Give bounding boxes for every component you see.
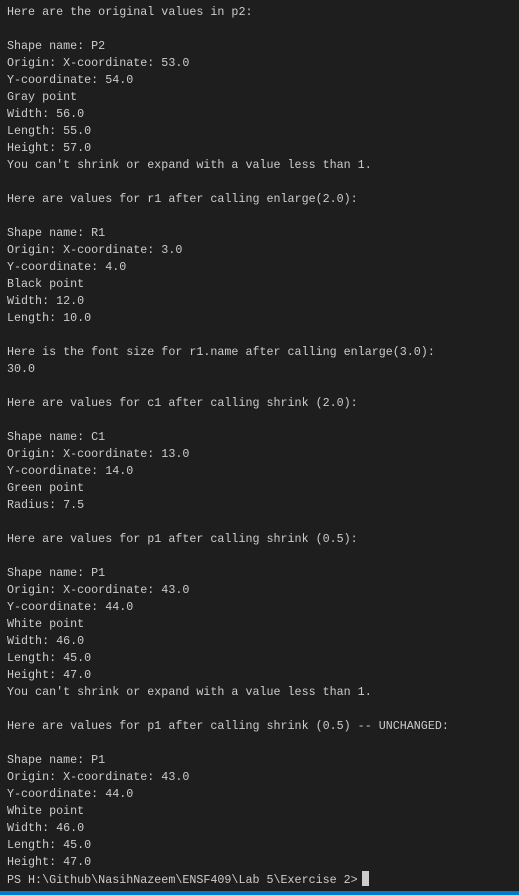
output-line: Shape name: P2	[7, 39, 106, 53]
output-line: Y-coordinate: 54.0	[7, 73, 134, 87]
output-line: Y-coordinate: 44.0	[7, 600, 134, 614]
output-line: Here are values for c1 after calling shr…	[7, 396, 358, 410]
output-line: Here is the font size for r1.name after …	[7, 345, 435, 359]
output-line: Shape name: P1	[7, 753, 106, 767]
output-line: Width: 46.0	[7, 821, 85, 835]
output-line: Origin: X-coordinate: 43.0	[7, 770, 190, 784]
output-line: Origin: X-coordinate: 53.0	[7, 56, 190, 70]
output-line: Length: 45.0	[7, 651, 92, 665]
output-line: Width: 46.0	[7, 634, 85, 648]
output-line: White point	[7, 617, 85, 631]
prompt-line[interactable]: PS H:\Github\NasihNazeem\ENSF409\Lab 5\E…	[7, 871, 519, 888]
output-line: Y-coordinate: 4.0	[7, 260, 127, 274]
status-bar	[0, 891, 519, 895]
output-line: 30.0	[7, 362, 36, 376]
output-line: Green point	[7, 481, 85, 495]
output-line: Here are the original values in p2:	[7, 5, 253, 19]
output-line: White point	[7, 804, 85, 818]
output-line: Origin: X-coordinate: 43.0	[7, 583, 190, 597]
output-line: Here are values for r1 after calling enl…	[7, 192, 358, 206]
output-line: Height: 47.0	[7, 668, 92, 682]
output-line: Here are values for p1 after calling shr…	[7, 532, 358, 546]
output-line: Gray point	[7, 90, 78, 104]
terminal-output[interactable]: Here are the original values in p2: Shape…	[7, 4, 519, 888]
output-line: Height: 57.0	[7, 141, 92, 155]
output-line: Y-coordinate: 44.0	[7, 787, 134, 801]
output-line: You can't shrink or expand with a value …	[7, 158, 372, 172]
output-line: Length: 45.0	[7, 838, 92, 852]
output-line: Shape name: R1	[7, 226, 106, 240]
output-line: Radius: 7.5	[7, 498, 85, 512]
shell-prompt: PS H:\Github\NasihNazeem\ENSF409\Lab 5\E…	[7, 873, 358, 887]
output-line: Length: 55.0	[7, 124, 92, 138]
output-line: Origin: X-coordinate: 3.0	[7, 243, 183, 257]
output-line: Width: 12.0	[7, 294, 85, 308]
output-line: You can't shrink or expand with a value …	[7, 685, 372, 699]
output-line: Black point	[7, 277, 85, 291]
output-line: Width: 56.0	[7, 107, 85, 121]
output-line: Origin: X-coordinate: 13.0	[7, 447, 190, 461]
output-line: Y-coordinate: 14.0	[7, 464, 134, 478]
output-line: Height: 47.0	[7, 855, 92, 869]
output-line: Shape name: C1	[7, 430, 106, 444]
output-line: Shape name: P1	[7, 566, 106, 580]
cursor-icon	[361, 871, 369, 886]
output-line: Here are values for p1 after calling shr…	[7, 719, 449, 733]
output-line: Length: 10.0	[7, 311, 92, 325]
